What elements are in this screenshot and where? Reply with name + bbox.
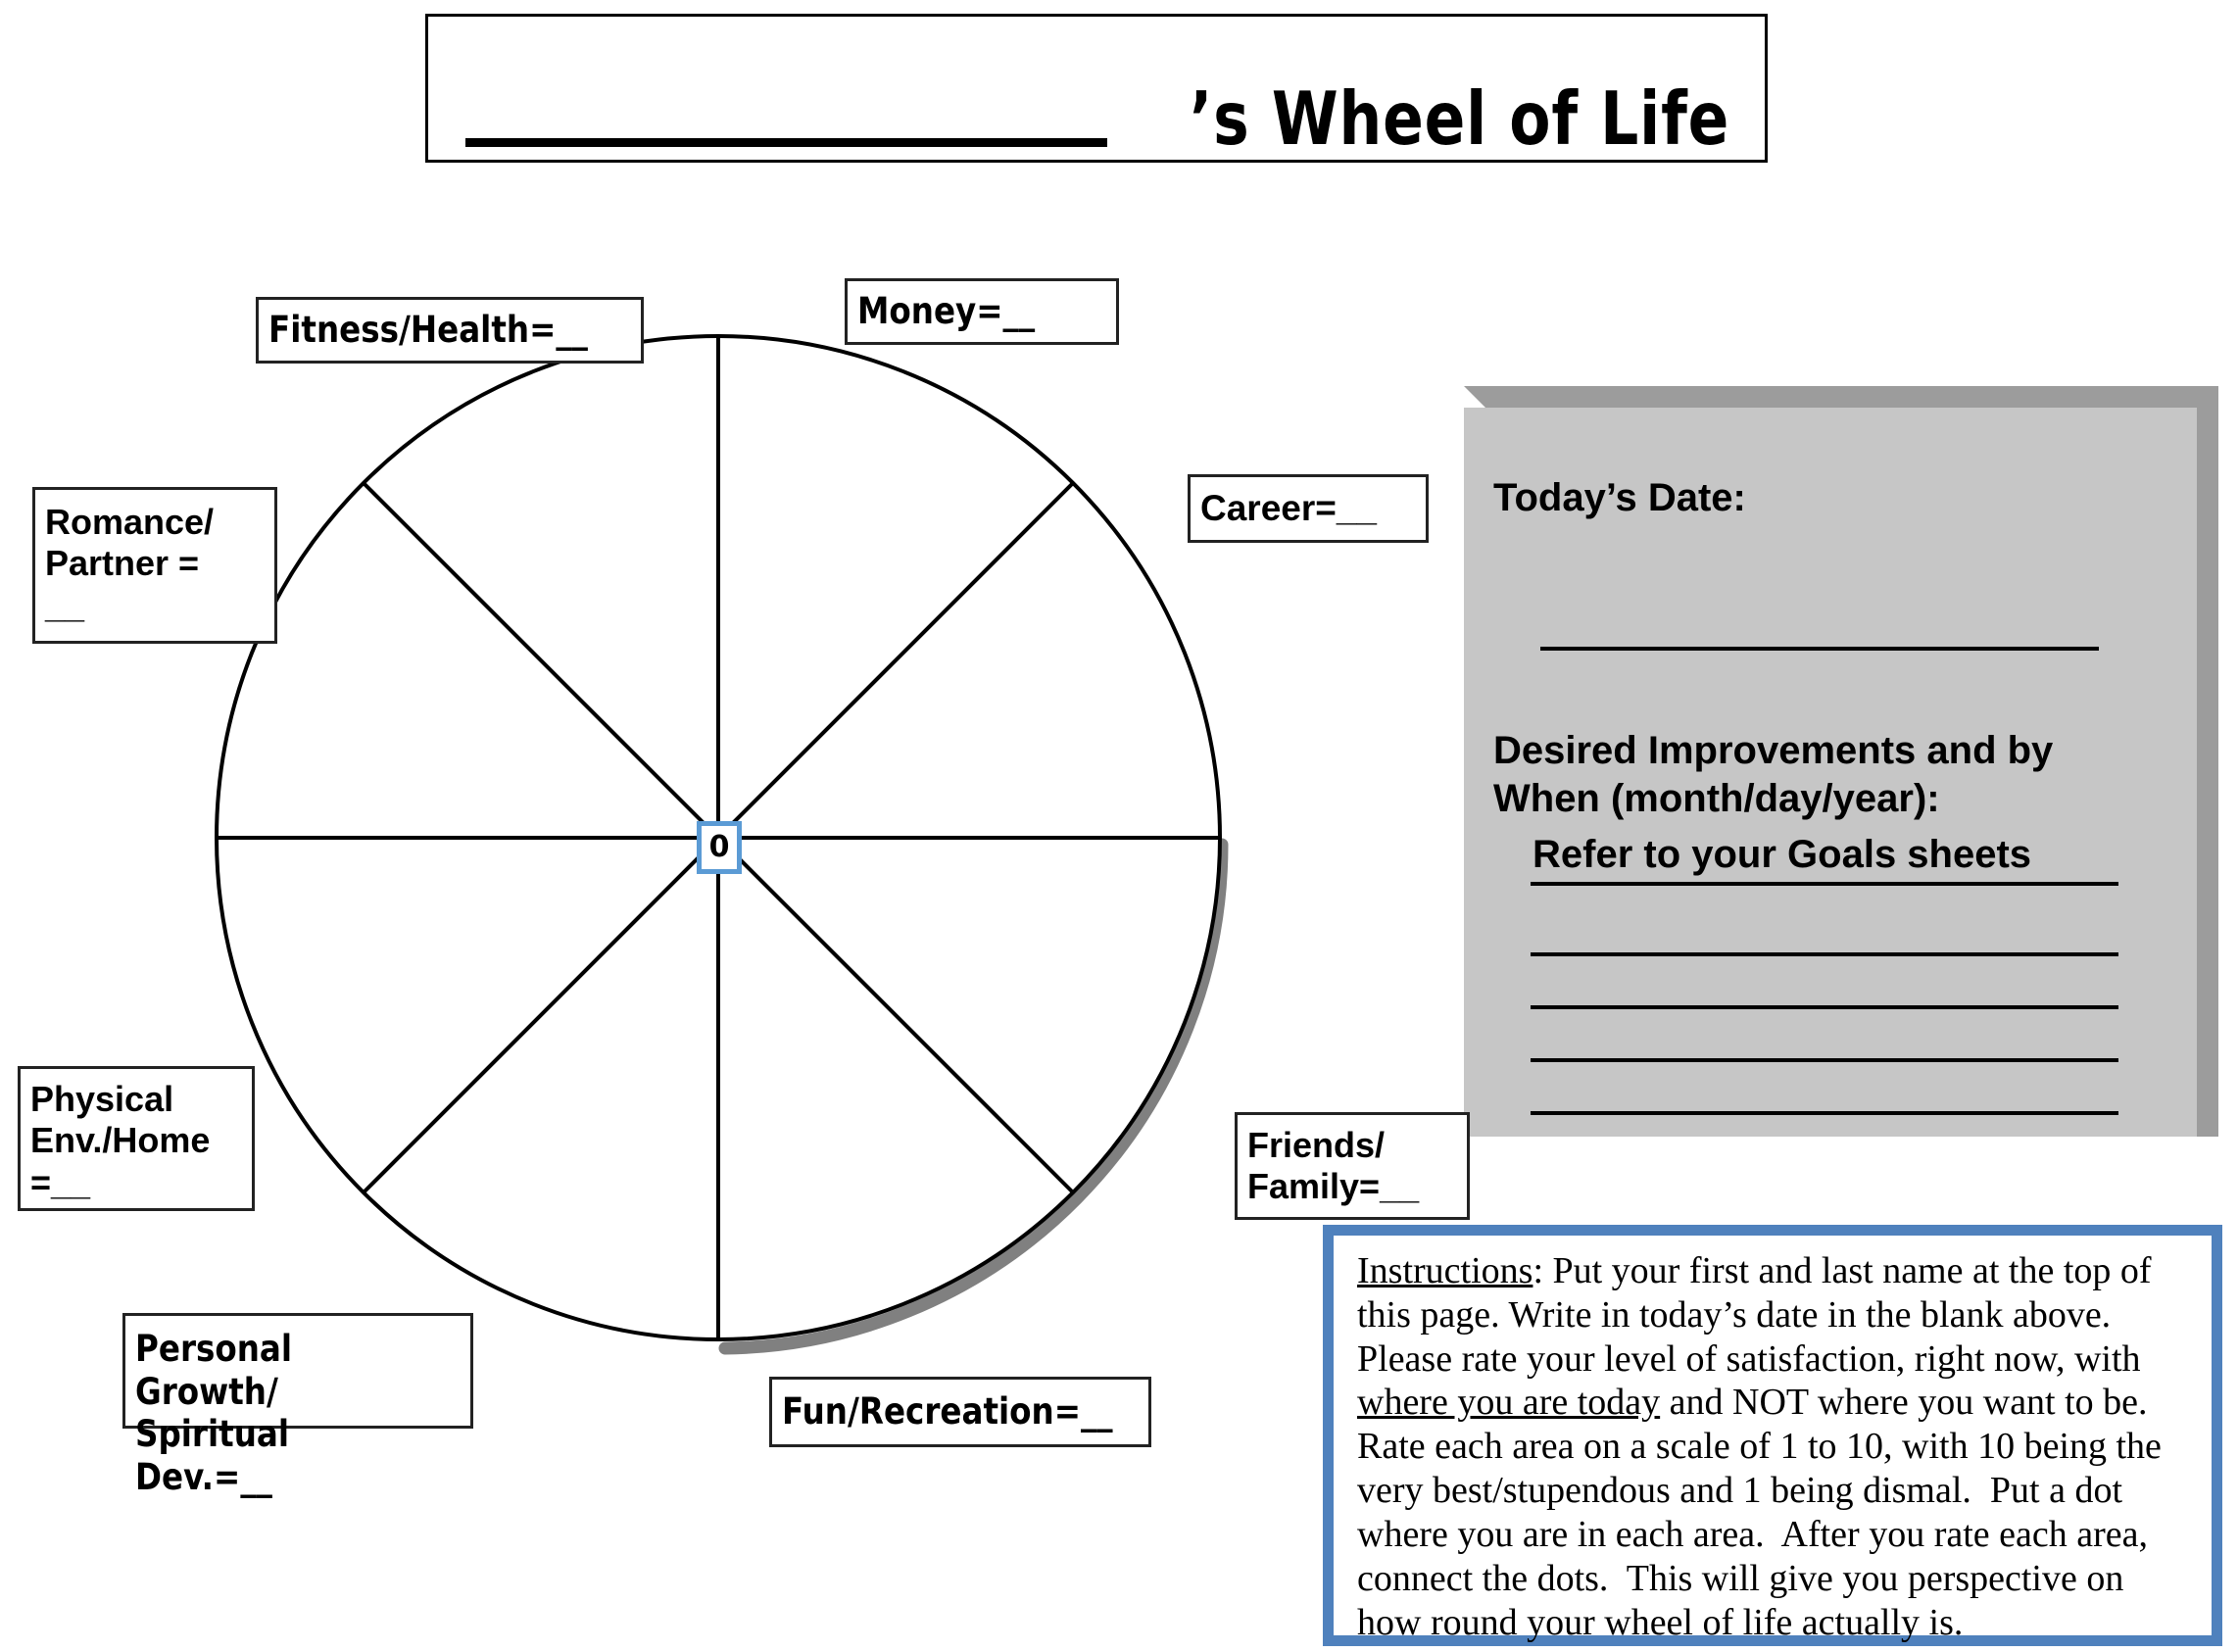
page-title: ’s Wheel of Life <box>1189 75 1729 162</box>
instructions-line: connect the dots. This will give you per… <box>1357 1557 2200 1601</box>
spoke-label-fun-recreation[interactable]: Fun/Recreation=__ <box>769 1377 1151 1447</box>
instructions-segment: : Put your first and last name at the to… <box>1533 1250 2152 1291</box>
spoke-label-friends-family[interactable]: Friends/ Family=__ <box>1235 1112 1470 1220</box>
improvement-blank-line[interactable] <box>1531 1058 2118 1062</box>
panel-body: Today’s Date: Desired Improvements and b… <box>1464 408 2197 1137</box>
instructions-line: Instructions: Put your first and last na… <box>1357 1249 2200 1293</box>
instructions-line: where you are today and NOT where you wa… <box>1357 1381 2200 1425</box>
spoke-label-text: Fun/Recreation=__ <box>782 1390 1113 1433</box>
instructions-line: where you are in each area. After you ra… <box>1357 1513 2200 1557</box>
name-blank-line <box>465 138 1107 147</box>
spoke-label-text: Fitness/Health=__ <box>268 309 588 352</box>
todays-date-input-line[interactable] <box>1540 647 2099 651</box>
panel-right-bevel <box>2197 386 2218 1137</box>
instructions-emphasis: where you are today <box>1357 1382 1661 1424</box>
wheel-center-value: 0 <box>708 830 730 864</box>
instructions-line: Rate each area on a scale of 1 to 10, wi… <box>1357 1425 2200 1469</box>
instructions-segment: Please rate your level of satisfaction, … <box>1357 1337 2141 1380</box>
spoke-label-personal-growth[interactable]: Personal Growth/ Spiritual Dev.=__ <box>122 1313 473 1498</box>
spoke-label-career[interactable]: Career=__ <box>1188 474 1429 543</box>
instructions-segment: very best/stupendous and 1 being dismal.… <box>1357 1470 2123 1512</box>
instructions-segment: this page. Write in today’s date in the … <box>1357 1293 2112 1336</box>
wheel-center-value-box: 0 <box>697 821 742 874</box>
improvement-blank-line[interactable] <box>1531 1111 2118 1115</box>
instructions-line: this page. Write in today’s date in the … <box>1357 1293 2200 1337</box>
spoke-label-text: Career=__ <box>1200 488 1378 529</box>
title-box: ’s Wheel of Life <box>425 14 1768 163</box>
spoke-label-text: Money=__ <box>857 290 1036 333</box>
improvement-blank-line[interactable] <box>1531 952 2118 956</box>
spoke-label-text: Physical Env./Home =__ <box>30 1079 211 1202</box>
instructions-line: Please rate your level of satisfaction, … <box>1357 1337 2200 1382</box>
instructions-emphasis: Instructions <box>1357 1250 1533 1291</box>
instructions-box: Instructions: Put your first and last na… <box>1323 1225 2222 1646</box>
spoke-label-money[interactable]: Money=__ <box>845 278 1119 345</box>
todays-date-label: Today’s Date: <box>1493 476 1746 519</box>
date-and-improvements-panel: Today’s Date: Desired Improvements and b… <box>1464 386 2218 1137</box>
instructions-segment: where you are in each area. After you ra… <box>1357 1513 2148 1555</box>
instructions-segment: and NOT where you want to be. <box>1660 1382 2148 1424</box>
instructions-line: how round your wheel of life actually is… <box>1357 1601 2200 1645</box>
panel-top-bevel <box>1464 386 2218 408</box>
instructions-segment: connect the dots. This will give you per… <box>1357 1557 2124 1599</box>
spoke-label-text: Friends/ Family=__ <box>1247 1125 1420 1207</box>
instructions-segment: Rate each area on a scale of 1 to 10, wi… <box>1357 1426 2162 1468</box>
spoke-label-physical-env-home[interactable]: Physical Env./Home =__ <box>18 1066 255 1211</box>
spoke-label-fitness-health[interactable]: Fitness/Health=__ <box>256 297 644 364</box>
desired-improvements-label: Desired Improvements and by When (month/… <box>1493 729 2054 820</box>
goals-sheet-note: Refer to your Goals sheets <box>1533 833 2032 876</box>
spoke-label-text: Personal Growth/ Spiritual Dev.=__ <box>135 1328 293 1498</box>
improvement-blank-line[interactable] <box>1531 1005 2118 1009</box>
instructions-line: very best/stupendous and 1 being dismal.… <box>1357 1469 2200 1513</box>
instructions-segment: how round your wheel of life actually is… <box>1357 1601 1964 1643</box>
spoke-label-romance-partner[interactable]: Romance/ Partner = __ <box>32 487 277 644</box>
spoke-label-text: Romance/ Partner = __ <box>45 502 215 625</box>
goals-note-underline <box>1531 882 2118 886</box>
instructions-text: Instructions: Put your first and last na… <box>1357 1249 2200 1644</box>
